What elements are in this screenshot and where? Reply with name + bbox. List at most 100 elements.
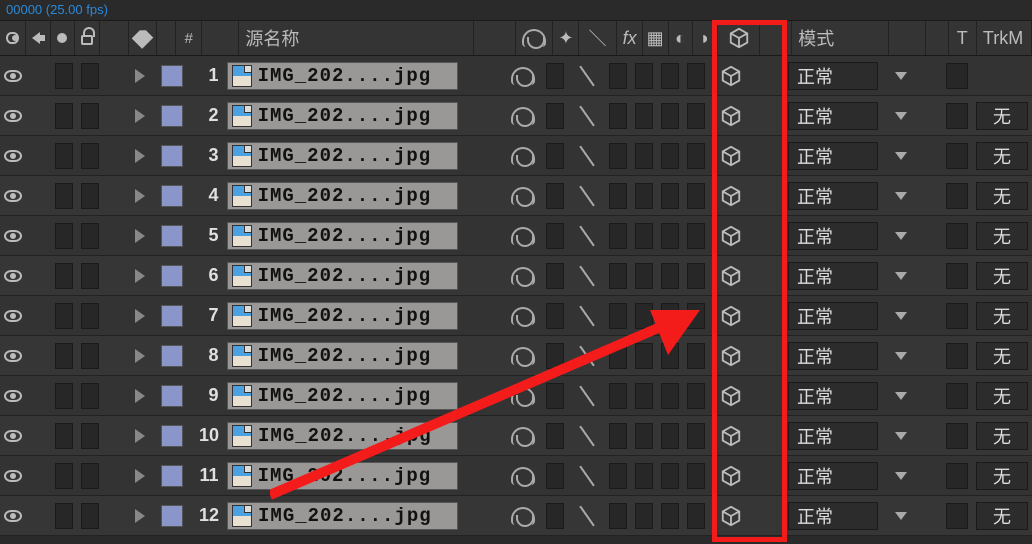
color-swatch[interactable]	[157, 496, 187, 535]
blend-mode-caret[interactable]	[882, 256, 919, 295]
lock-toggle[interactable]	[77, 296, 103, 335]
layer-row[interactable]: 1 IMG_202....jpg 正常 无	[0, 56, 1032, 96]
fx-toggle[interactable]	[605, 456, 631, 495]
blend-mode-dropdown[interactable]: 正常	[784, 456, 882, 495]
3d-toggle[interactable]	[709, 256, 752, 295]
expand-arrow[interactable]	[131, 496, 157, 535]
frame-blend-toggle[interactable]	[631, 296, 657, 335]
frame-blend-toggle[interactable]	[631, 216, 657, 255]
solo-toggle[interactable]	[51, 496, 77, 535]
header-source-name[interactable]: 源名称	[239, 21, 473, 55]
quality-toggle[interactable]	[568, 336, 605, 375]
header-3d-icon[interactable]	[718, 21, 761, 55]
visibility-toggle[interactable]	[0, 136, 26, 175]
motion-blur-toggle[interactable]	[657, 456, 683, 495]
header-line-icon[interactable]: ＼	[579, 21, 616, 55]
track-matte-dropdown[interactable]: 无	[972, 176, 1032, 215]
adjustment-toggle[interactable]	[683, 336, 709, 375]
visibility-toggle[interactable]	[0, 376, 26, 415]
layer-row[interactable]: 6 IMG_202....jpg 正常 无	[0, 256, 1032, 296]
preserve-transparency-toggle[interactable]	[942, 176, 972, 215]
header-star-icon[interactable]: ✦	[553, 21, 579, 55]
header-visibility-icon[interactable]	[0, 21, 26, 55]
motion-blur-toggle[interactable]	[657, 176, 683, 215]
shy-toggle[interactable]	[505, 56, 542, 95]
fx-toggle[interactable]	[605, 336, 631, 375]
solo-toggle[interactable]	[51, 216, 77, 255]
frame-blend-toggle[interactable]	[631, 376, 657, 415]
header-motion-blur-icon[interactable]: ◐	[669, 21, 694, 55]
source-name-cell[interactable]: IMG_202....jpg	[223, 136, 462, 175]
audio-toggle[interactable]	[26, 136, 51, 175]
preserve-transparency-toggle[interactable]	[942, 216, 972, 255]
blend-mode-caret[interactable]	[882, 96, 919, 135]
quality-toggle[interactable]	[568, 456, 605, 495]
motion-blur-toggle[interactable]	[657, 216, 683, 255]
blend-mode-caret[interactable]	[882, 296, 919, 335]
source-name-cell[interactable]: IMG_202....jpg	[223, 96, 462, 135]
solo-toggle[interactable]	[51, 416, 77, 455]
preserve-transparency-toggle[interactable]	[942, 96, 972, 135]
adjustment-toggle[interactable]	[683, 256, 709, 295]
blend-mode-dropdown[interactable]: 正常	[784, 96, 882, 135]
blend-mode-caret[interactable]	[882, 336, 919, 375]
shy-toggle[interactable]	[505, 136, 542, 175]
collapse-toggle[interactable]	[542, 376, 568, 415]
blend-mode-dropdown[interactable]: 正常	[784, 56, 882, 95]
motion-blur-toggle[interactable]	[657, 336, 683, 375]
header-label-icon[interactable]	[129, 21, 157, 55]
audio-toggle[interactable]	[26, 496, 51, 535]
quality-toggle[interactable]	[568, 496, 605, 535]
color-swatch[interactable]	[157, 456, 187, 495]
expand-arrow[interactable]	[131, 376, 157, 415]
blend-mode-caret[interactable]	[882, 216, 919, 255]
shy-toggle[interactable]	[505, 456, 542, 495]
layer-row[interactable]: 7 IMG_202....jpg 正常 无	[0, 296, 1032, 336]
quality-toggle[interactable]	[568, 56, 605, 95]
3d-toggle[interactable]	[709, 176, 752, 215]
solo-toggle[interactable]	[51, 336, 77, 375]
shy-toggle[interactable]	[505, 336, 542, 375]
shy-toggle[interactable]	[505, 496, 542, 535]
blend-mode-dropdown[interactable]: 正常	[784, 336, 882, 375]
adjustment-toggle[interactable]	[683, 136, 709, 175]
frame-blend-toggle[interactable]	[631, 416, 657, 455]
solo-toggle[interactable]	[51, 96, 77, 135]
collapse-toggle[interactable]	[542, 216, 568, 255]
source-name-cell[interactable]: IMG_202....jpg	[223, 496, 462, 535]
source-name-cell[interactable]: IMG_202....jpg	[223, 376, 462, 415]
3d-toggle[interactable]	[709, 416, 752, 455]
color-swatch[interactable]	[157, 216, 187, 255]
motion-blur-toggle[interactable]	[657, 136, 683, 175]
preserve-transparency-toggle[interactable]	[942, 496, 972, 535]
layer-row[interactable]: 2 IMG_202....jpg 正常 无	[0, 96, 1032, 136]
expand-arrow[interactable]	[131, 336, 157, 375]
motion-blur-toggle[interactable]	[657, 96, 683, 135]
blend-mode-dropdown[interactable]: 正常	[784, 496, 882, 535]
collapse-toggle[interactable]	[542, 416, 568, 455]
visibility-toggle[interactable]	[0, 56, 26, 95]
quality-toggle[interactable]	[568, 136, 605, 175]
source-name-cell[interactable]: IMG_202....jpg	[223, 416, 462, 455]
motion-blur-toggle[interactable]	[657, 56, 683, 95]
preserve-transparency-toggle[interactable]	[942, 416, 972, 455]
header-frame-blend-icon[interactable]: ▦	[643, 21, 669, 55]
preserve-transparency-toggle[interactable]	[942, 456, 972, 495]
header-shy-icon[interactable]	[516, 21, 553, 55]
3d-toggle[interactable]	[709, 136, 752, 175]
layer-row[interactable]: 5 IMG_202....jpg 正常 无	[0, 216, 1032, 256]
audio-toggle[interactable]	[26, 296, 51, 335]
expand-arrow[interactable]	[131, 176, 157, 215]
lock-toggle[interactable]	[77, 176, 103, 215]
shy-toggle[interactable]	[505, 216, 542, 255]
color-swatch[interactable]	[157, 416, 187, 455]
3d-toggle[interactable]	[709, 376, 752, 415]
audio-toggle[interactable]	[26, 336, 51, 375]
audio-toggle[interactable]	[26, 56, 51, 95]
source-name-cell[interactable]: IMG_202....jpg	[223, 456, 462, 495]
source-name-cell[interactable]: IMG_202....jpg	[223, 176, 462, 215]
visibility-toggle[interactable]	[0, 496, 26, 535]
expand-arrow[interactable]	[131, 56, 157, 95]
color-swatch[interactable]	[157, 256, 187, 295]
motion-blur-toggle[interactable]	[657, 296, 683, 335]
